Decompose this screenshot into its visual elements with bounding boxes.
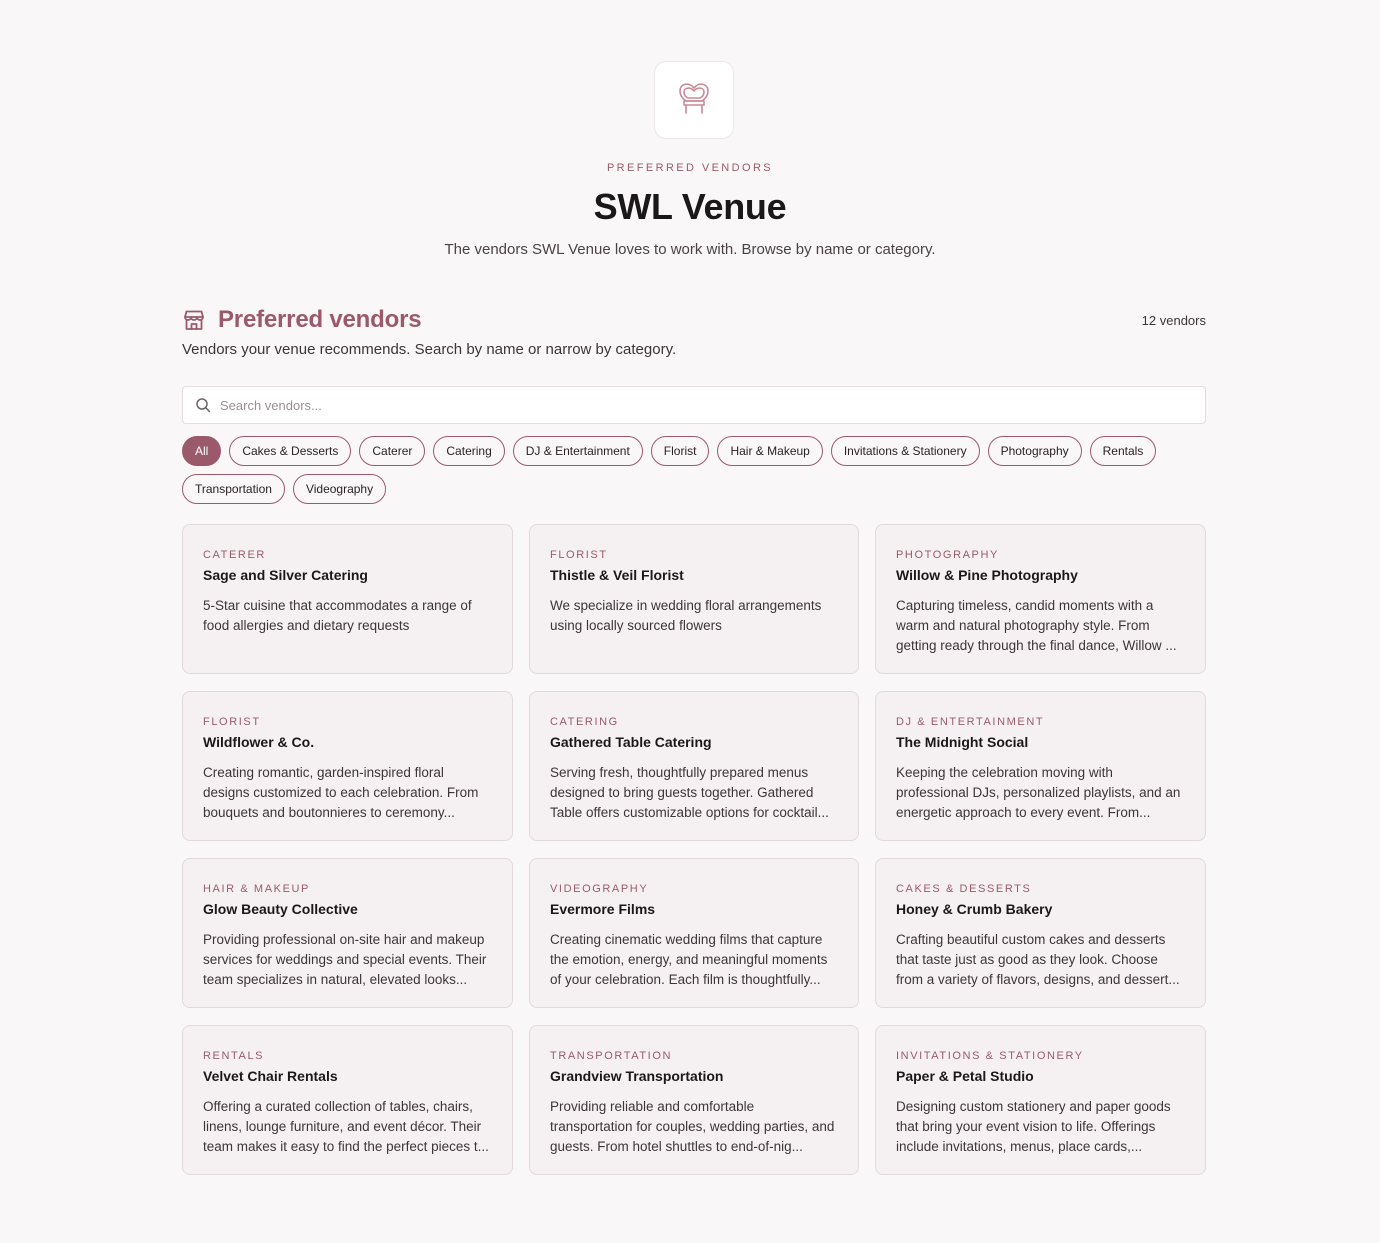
category-filters: All Cakes & Desserts Caterer Catering DJ & E… bbox=[182, 436, 1212, 504]
vendor-name: The Midnight Social bbox=[896, 734, 1029, 750]
filter-chip[interactable]: Transportation bbox=[182, 474, 285, 504]
vendor-name: Velvet Chair Rentals bbox=[203, 1068, 338, 1084]
vendor-description: Designing custom stationery and paper go… bbox=[896, 1099, 1171, 1154]
filter-chip[interactable]: Invitations & Stationery bbox=[830, 436, 980, 466]
vendor-category: Caterer bbox=[203, 549, 266, 561]
vendor-description: We specialize in wedding floral arrangem… bbox=[550, 598, 822, 633]
vendor-description: Offering a curated collection of tables,… bbox=[203, 1099, 489, 1154]
search-bar bbox=[182, 386, 1206, 424]
vendor-name: Willow & Pine Photography bbox=[896, 567, 1078, 583]
vendor-description: Keeping the celebration moving with prof… bbox=[896, 765, 1181, 820]
vendor-description: Serving fresh, thoughtfully prepared men… bbox=[550, 765, 829, 820]
section-subtitle: Vendors your venue recommends. Search by… bbox=[182, 341, 677, 358]
vendor-category: Transportation bbox=[550, 1050, 673, 1062]
search-icon bbox=[195, 397, 211, 413]
filter-chip[interactable]: Hair & Makeup bbox=[717, 436, 823, 466]
vendor-card[interactable]: Caterer Sage and Silver Catering 5-Star cu… bbox=[182, 524, 513, 674]
filter-chip[interactable]: Caterer bbox=[359, 436, 426, 466]
vendor-category: Videography bbox=[550, 883, 649, 895]
filter-chip[interactable]: Photography bbox=[987, 436, 1082, 466]
venue-logo bbox=[654, 61, 734, 139]
vendor-description: Crafting beautiful custom cakes and dess… bbox=[896, 932, 1180, 987]
vendor-card[interactable]: Hair & Makeup Glow Beauty Collective Provi… bbox=[182, 858, 513, 1008]
vendor-name: Sage and Silver Catering bbox=[203, 567, 368, 583]
vendor-name: Grandview Transportation bbox=[550, 1068, 724, 1084]
vendor-description: Creating cinematic wedding films that ca… bbox=[550, 932, 828, 987]
vendor-card[interactable]: Cakes & Desserts Honey & Crumb Bakery Craf… bbox=[875, 858, 1206, 1008]
vendor-description: 5-Star cuisine that accommodates a range… bbox=[203, 598, 472, 633]
section-header: Preferred vendors 12 vendors bbox=[182, 304, 1206, 336]
vendor-name: Paper & Petal Studio bbox=[896, 1068, 1034, 1084]
vendor-card[interactable]: Videography Evermore Films Creating cinema… bbox=[529, 858, 859, 1008]
vendor-name: Glow Beauty Collective bbox=[203, 901, 358, 917]
vendor-name: Gathered Table Catering bbox=[550, 734, 712, 750]
page-subtitle: The vendors SWL Venue loves to work with… bbox=[444, 241, 936, 258]
storefront-icon bbox=[182, 308, 206, 332]
vendor-name: Wildflower & Co. bbox=[203, 734, 315, 750]
vendor-description: Capturing timeless, candid moments with … bbox=[896, 598, 1177, 653]
vendor-category: Florist bbox=[550, 549, 608, 561]
filter-chip[interactable]: Cakes & Desserts bbox=[229, 436, 352, 466]
vendor-card[interactable]: Florist Wildflower & Co. Creating romantic… bbox=[182, 691, 513, 841]
vendor-category: Invitations & Stationery bbox=[896, 1050, 1084, 1062]
page-eyebrow: PREFERRED VENDORS bbox=[606, 162, 774, 174]
vendor-card[interactable]: Photography Willow & Pine Photography Capt… bbox=[875, 524, 1206, 674]
vendor-category: Florist bbox=[203, 716, 261, 728]
vendor-card[interactable]: Catering Gathered Table Catering Serving f… bbox=[529, 691, 859, 841]
filter-chip[interactable]: Videography bbox=[292, 474, 387, 504]
vendor-card[interactable]: Rentals Velvet Chair Rentals Offering a cu… bbox=[182, 1025, 513, 1175]
vendor-count: 12 vendors bbox=[1141, 312, 1206, 328]
vendor-name: Honey & Crumb Bakery bbox=[896, 901, 1053, 917]
vendor-category: Hair & Makeup bbox=[203, 883, 310, 895]
filter-chip[interactable]: All bbox=[182, 436, 222, 466]
filter-chip[interactable]: Rentals bbox=[1089, 436, 1157, 466]
vendor-description: Creating romantic, garden-inspired flora… bbox=[203, 765, 479, 820]
vendor-category: Catering bbox=[550, 716, 619, 728]
vendor-card[interactable]: Invitations & Stationery Paper & Petal St… bbox=[875, 1025, 1206, 1175]
filter-chip[interactable]: DJ & Entertainment bbox=[512, 436, 643, 466]
heart-chair-icon bbox=[674, 78, 714, 123]
filter-chip[interactable]: Florist bbox=[650, 436, 710, 466]
section-title: Preferred vendors bbox=[218, 306, 422, 333]
search-input[interactable] bbox=[220, 397, 1180, 413]
vendor-card[interactable]: DJ & Entertainment The Midnight Social Kee… bbox=[875, 691, 1206, 841]
vendor-grid: Caterer Sage and Silver Catering 5-Star cu… bbox=[182, 524, 1206, 1175]
vendor-category: Photography bbox=[896, 549, 999, 561]
vendor-name: Thistle & Veil Florist bbox=[550, 567, 684, 583]
vendor-description: Providing professional on-site hair and … bbox=[203, 932, 487, 987]
vendor-category: Rentals bbox=[203, 1050, 265, 1062]
page-title: SWL Venue bbox=[593, 186, 787, 227]
vendor-name: Evermore Films bbox=[550, 901, 656, 917]
vendor-category: DJ & Entertainment bbox=[896, 716, 1045, 728]
vendor-description: Providing reliable and comfortable trans… bbox=[550, 1099, 835, 1154]
vendor-category: Cakes & Desserts bbox=[896, 883, 1032, 895]
filter-chip[interactable]: Catering bbox=[433, 436, 505, 466]
vendor-card[interactable]: Transportation Grandview Transportation Pr… bbox=[529, 1025, 859, 1175]
vendor-card[interactable]: Florist Thistle & Veil Florist We speciali… bbox=[529, 524, 859, 674]
